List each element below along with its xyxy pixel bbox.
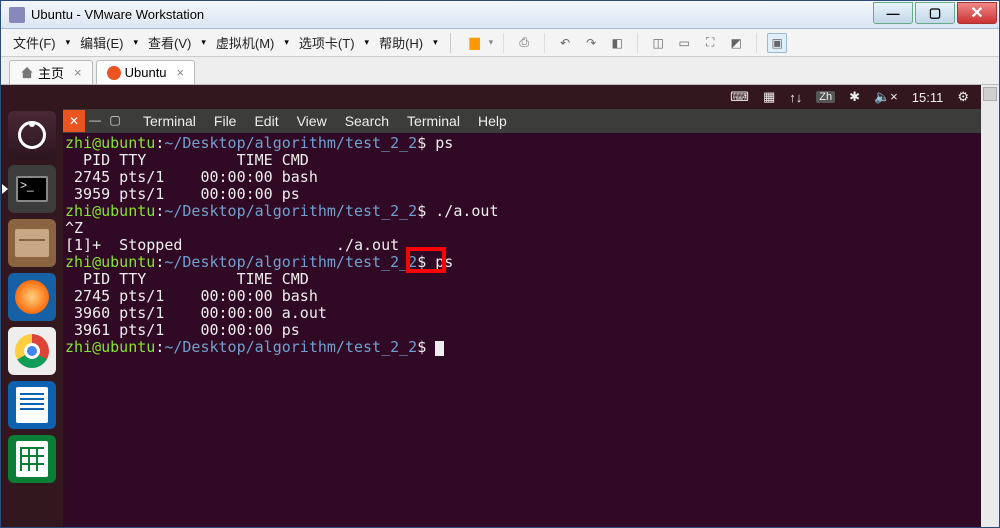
layout2-icon[interactable]: ▭: [674, 33, 694, 53]
vmware-menubar: 文件(F)▾ 编辑(E)▾ 查看(V)▾ 虚拟机(M)▾ 选项卡(T)▾ 帮助(…: [1, 29, 999, 57]
manage-icon[interactable]: ◧: [607, 33, 627, 53]
menu-edit[interactable]: 编辑(E): [76, 29, 127, 56]
launcher-firefox[interactable]: [8, 273, 56, 321]
vmware-icon: [9, 7, 25, 23]
ubuntu-panel: ⌨ ▦ ↑↓ Zh ✱ 🔈× 15:11 ⚙: [1, 85, 981, 109]
bluetooth-icon[interactable]: ✱: [849, 89, 860, 105]
terminal-output[interactable]: zhi@ubuntu:~/Desktop/algorithm/test_2_2$…: [63, 133, 981, 527]
ime-indicator[interactable]: Zh: [816, 91, 835, 103]
tab-ubuntu-label: Ubuntu: [125, 65, 167, 80]
menu-tabs[interactable]: 选项卡(T): [295, 29, 359, 56]
term-minimize-button[interactable]: —: [85, 110, 105, 130]
windows-titlebar[interactable]: Ubuntu - VMware Workstation — ▢ ✕: [1, 1, 999, 29]
vmware-tabbar: 主页 × Ubuntu ×: [1, 57, 999, 85]
dash-icon[interactable]: [8, 111, 56, 159]
calendar-icon[interactable]: ▦: [763, 89, 775, 105]
tab-close-icon[interactable]: ×: [74, 65, 82, 80]
vmware-window: Ubuntu - VMware Workstation — ▢ ✕ 文件(F)▾…: [0, 0, 1000, 528]
term-menu-edit[interactable]: Edit: [246, 113, 286, 129]
menu-help[interactable]: 帮助(H): [375, 29, 427, 56]
unity-icon[interactable]: ◩: [726, 33, 746, 53]
network-icon[interactable]: ↑↓: [789, 90, 802, 105]
window-title: Ubuntu - VMware Workstation: [31, 7, 204, 22]
gear-icon[interactable]: ⚙: [957, 89, 969, 105]
clock[interactable]: 15:11: [912, 90, 944, 105]
scrollbar[interactable]: [981, 85, 999, 527]
tab-close-icon[interactable]: ×: [177, 65, 185, 80]
launcher-chromium[interactable]: [8, 327, 56, 375]
layout1-icon[interactable]: ◫: [648, 33, 668, 53]
keyboard-icon[interactable]: ⌨: [730, 89, 749, 105]
forward-icon[interactable]: ↷: [581, 33, 601, 53]
revert-icon[interactable]: ↶: [555, 33, 575, 53]
unity-launcher: >_: [1, 109, 63, 527]
window-close-button[interactable]: ✕: [957, 2, 997, 24]
term-menu-help[interactable]: Help: [470, 113, 515, 129]
window-minimize-button[interactable]: —: [873, 2, 913, 24]
term-menu-search[interactable]: Search: [337, 113, 397, 129]
pause-button[interactable]: ▮▮: [463, 33, 483, 53]
term-menu-terminal[interactable]: Terminal: [135, 113, 204, 129]
menu-vm[interactable]: 虚拟机(M): [212, 29, 279, 56]
terminal-titlebar[interactable]: ✕ — ▢ Terminal File Edit View Search Ter…: [63, 109, 981, 133]
window-maximize-button[interactable]: ▢: [915, 2, 955, 24]
term-menu-file[interactable]: File: [206, 113, 245, 129]
vm-display: ⌨ ▦ ↑↓ Zh ✱ 🔈× 15:11 ⚙ >_: [1, 85, 999, 527]
window-controls: — ▢ ✕: [871, 2, 997, 24]
terminal-menubar: Terminal File Edit View Search Terminal …: [135, 113, 515, 129]
console-icon[interactable]: ▣: [767, 33, 787, 53]
term-menu-terminal2[interactable]: Terminal: [399, 113, 468, 129]
tab-home[interactable]: 主页 ×: [9, 60, 93, 84]
fullscreen-icon[interactable]: ⛶: [700, 33, 720, 53]
term-menu-view[interactable]: View: [289, 113, 335, 129]
tab-home-label: 主页: [38, 63, 64, 82]
tab-ubuntu[interactable]: Ubuntu ×: [96, 60, 196, 84]
terminal-window: ✕ — ▢ Terminal File Edit View Search Ter…: [63, 109, 981, 527]
terminal-cursor: [435, 341, 444, 356]
term-maximize-button[interactable]: ▢: [105, 110, 125, 130]
launcher-files[interactable]: [8, 219, 56, 267]
ubuntu-desktop: ⌨ ▦ ↑↓ Zh ✱ 🔈× 15:11 ⚙ >_: [1, 85, 981, 527]
home-icon: [20, 66, 34, 80]
snapshot-icon[interactable]: ⎙: [514, 33, 534, 53]
launcher-terminal[interactable]: >_: [8, 165, 56, 213]
launcher-writer[interactable]: [8, 381, 56, 429]
ubuntu-icon: [107, 66, 121, 80]
volume-icon[interactable]: 🔈×: [874, 89, 898, 105]
term-close-button[interactable]: ✕: [63, 110, 85, 132]
menu-file[interactable]: 文件(F): [9, 29, 60, 56]
launcher-calc[interactable]: [8, 435, 56, 483]
menu-view[interactable]: 查看(V): [144, 29, 195, 56]
highlight-annotation: [406, 247, 446, 273]
